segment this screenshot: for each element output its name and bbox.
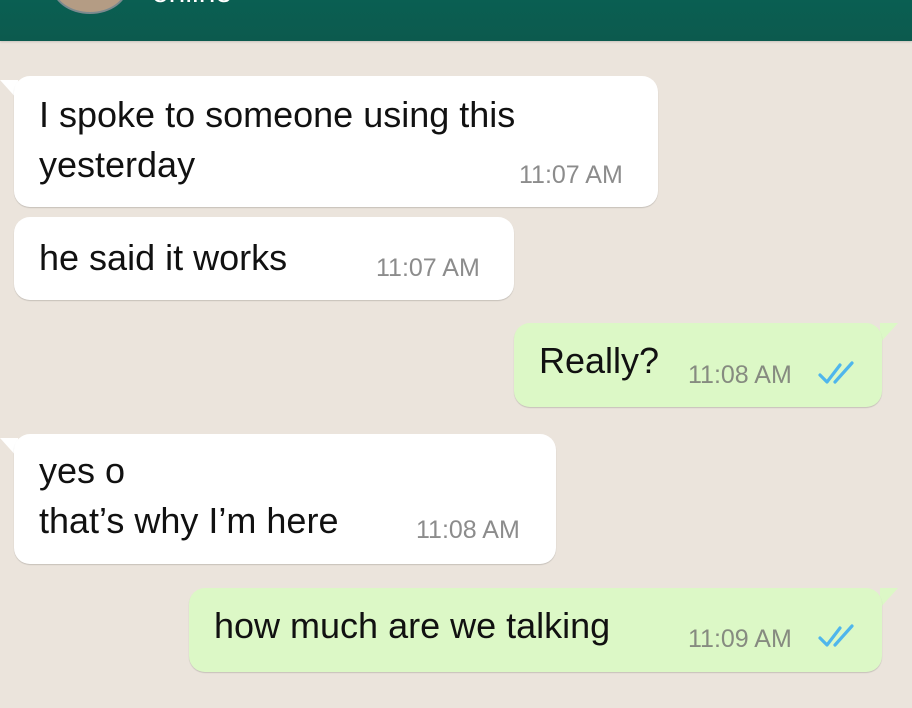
message-bubble-incoming[interactable]: yes o that’s why I’m here 11:08 AM <box>14 434 556 564</box>
message-bubble-incoming[interactable]: I spoke to someone using this yesterday … <box>14 76 658 207</box>
contact-status: online <box>152 0 232 8</box>
message-time: 11:09 AM <box>688 625 792 653</box>
double-check-read-icon <box>818 361 854 384</box>
message-time: 11:07 AM <box>519 161 623 189</box>
contact-avatar[interactable] <box>52 0 128 14</box>
double-check-read-icon <box>818 624 854 647</box>
message-text: I spoke to someone using this yesterday <box>39 94 516 185</box>
bubble-tail-icon <box>880 323 898 343</box>
message-bubble-incoming[interactable]: he said it works 11:07 AM <box>14 217 514 300</box>
chat-header[interactable]: online <box>0 0 912 41</box>
message-text: he said it works <box>39 237 288 278</box>
message-bubble-outgoing[interactable]: Really? 11:08 AM <box>514 323 882 407</box>
message-time: 11:08 AM <box>688 361 792 389</box>
message-text: Really? <box>539 340 660 381</box>
message-text: how much are we talking <box>214 605 611 646</box>
message-text: yes o that’s why I’m here <box>39 450 339 541</box>
bubble-tail-icon <box>880 588 898 608</box>
message-time: 11:07 AM <box>376 254 480 282</box>
message-bubble-outgoing[interactable]: how much are we talking 11:09 AM <box>189 588 882 672</box>
message-time: 11:08 AM <box>416 516 520 544</box>
